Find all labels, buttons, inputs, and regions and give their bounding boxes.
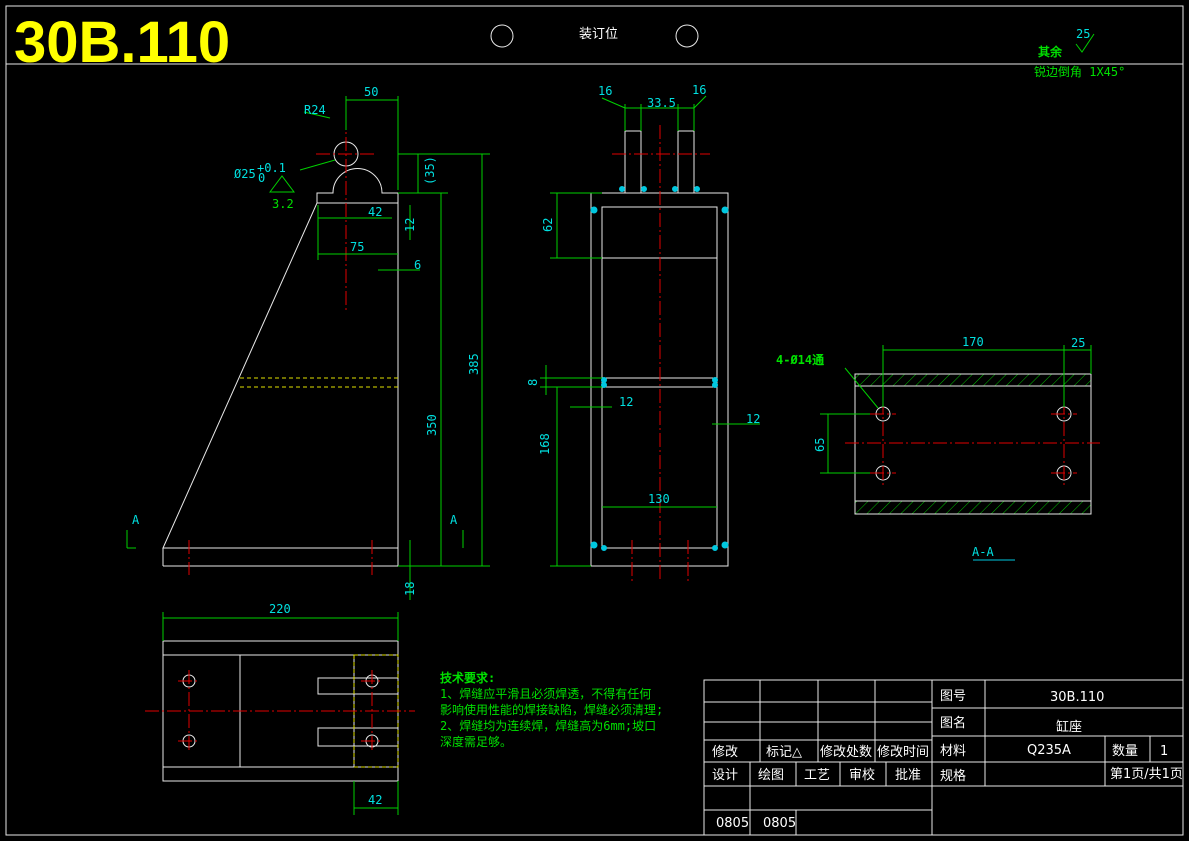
dim-42-top: 42 (368, 793, 382, 807)
dim-385: 385 (467, 353, 481, 375)
sign-header-1: 设计 (712, 768, 738, 783)
rev-header-2: 标记△ (766, 745, 802, 760)
dim-75: 75 (350, 240, 364, 254)
dim-35: (35) (423, 156, 437, 185)
dim-16-left: 16 (598, 84, 612, 98)
page-indicator: 第1页/共1页 (1110, 767, 1183, 782)
rev-header-1: 修改 (712, 745, 738, 760)
sign-header-5: 批准 (895, 768, 921, 783)
section-marker-right: A (450, 513, 458, 527)
material-label: 材料 (940, 744, 966, 759)
name-label: 图名 (940, 715, 966, 731)
binding-hole-left (490, 24, 514, 48)
roughness-3-2: 3.2 (272, 197, 294, 211)
binding-hole-right (675, 24, 699, 48)
dim-hole-diameter: Ø25 (234, 167, 256, 181)
dim-16-right: 16 (692, 83, 706, 97)
section-marker-left: A (132, 513, 140, 527)
side-view (540, 95, 760, 582)
notes-line-2: 影响使用性能的焊接缺陷，焊缝必须清理; (440, 702, 663, 717)
dim-18: 18 (403, 582, 417, 596)
binding-label: 装订位 (579, 27, 618, 42)
dim-350: 350 (425, 414, 439, 436)
date-2: 0805 (763, 816, 796, 831)
dim-42-front: 42 (368, 205, 382, 219)
notes-line-1: 1、焊缝应平滑且必须焊透，不得有任何 (440, 686, 651, 701)
drawing-no-value: 30B.110 (1050, 690, 1104, 705)
dim-50: 50 (364, 85, 378, 99)
engineering-drawing: 30B.110 装订位 其余 25 锐边倒角 1X45° 50 R24 Ø25 … (5, 5, 1184, 836)
sign-header-4: 审校 (849, 767, 875, 783)
dim-25: 25 (1071, 336, 1085, 350)
dim-62: 62 (541, 218, 555, 232)
dim-12-front: 12 (403, 218, 417, 232)
dim-hole-tolerance-zero: 0 (258, 171, 265, 185)
material-value: Q235A (1027, 743, 1071, 758)
dim-33-5: 33.5 (647, 96, 676, 110)
dim-radius: R24 (304, 103, 326, 117)
dim-65: 65 (813, 438, 827, 452)
quantity-value: 1 (1160, 744, 1168, 759)
dim-220: 220 (269, 602, 291, 616)
date-1: 0805 (716, 816, 749, 831)
surface-roughness-value: 25 (1076, 27, 1090, 41)
section-view (820, 345, 1100, 561)
chamfer-note: 锐边倒角 1X45° (1034, 65, 1125, 79)
dim-6: 6 (414, 258, 421, 272)
rev-header-4: 修改时间 (877, 745, 929, 760)
sign-header-3: 工艺 (804, 768, 830, 783)
notes-line-3: 2、焊缝均为连续焊，焊缝高为6mm;坡口 (440, 718, 656, 733)
dim-8: 8 (526, 379, 540, 386)
rev-header-3: 修改处数 (820, 745, 872, 760)
surface-rest-label: 其余 (1038, 44, 1063, 59)
holes-callout: 4-Ø14通 (776, 352, 824, 367)
section-title: A-A (972, 545, 994, 559)
drawing-no-label: 图号 (940, 689, 966, 704)
dim-12-side-right: 12 (746, 412, 760, 426)
spec-label: 规格 (940, 768, 966, 784)
top-view (145, 612, 415, 815)
dim-12-side-left: 12 (619, 395, 633, 409)
dim-130: 130 (648, 492, 670, 506)
sign-header-2: 绘图 (758, 768, 784, 783)
drawing-number-title: 30B.110 (14, 10, 230, 75)
notes-line-4: 深度需足够。 (440, 734, 512, 749)
quantity-label: 数量 (1112, 744, 1138, 759)
dim-170: 170 (962, 335, 984, 349)
dim-168: 168 (538, 433, 552, 455)
name-value: 缸座 (1056, 719, 1082, 735)
notes-title: 技术要求: (440, 670, 495, 685)
